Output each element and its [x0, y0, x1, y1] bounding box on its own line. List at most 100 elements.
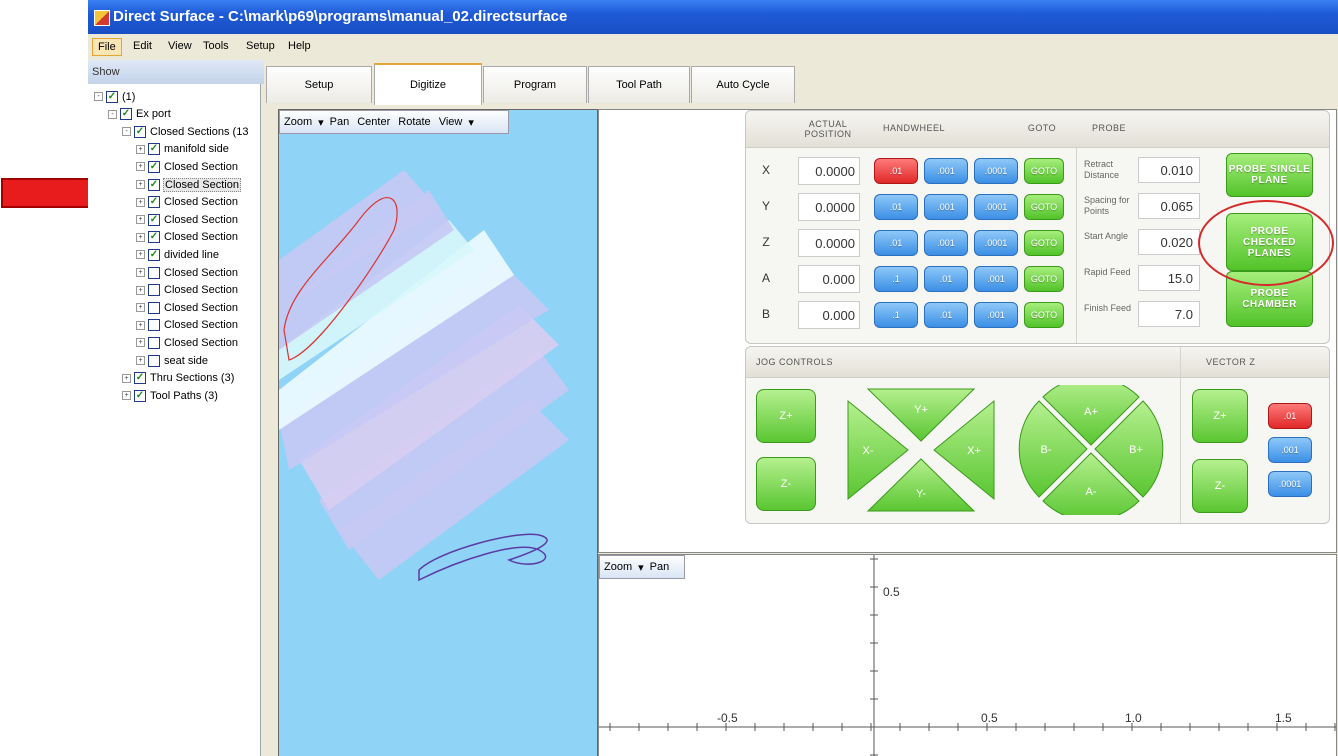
- jog-z-plus-button[interactable]: Z+: [756, 389, 816, 443]
- tree-item[interactable]: + Closed Section: [136, 334, 239, 351]
- checkbox-checked-icon[interactable]: ✓: [120, 108, 132, 121]
- checkbox-checked-icon[interactable]: ✓: [134, 372, 146, 385]
- handwheel-step-button[interactable]: .01: [874, 158, 918, 184]
- tab-digitize[interactable]: Digitize: [374, 63, 482, 105]
- checkbox-unchecked-icon[interactable]: [148, 284, 160, 297]
- probe-single-plane-button[interactable]: PROBE SINGLE PLANE: [1226, 153, 1313, 197]
- tree-item[interactable]: + ✓ Closed Section: [136, 194, 239, 211]
- checkbox-checked-icon[interactable]: ✓: [148, 143, 160, 156]
- menu-help[interactable]: Help: [288, 40, 311, 52]
- tree-item[interactable]: - ✓ Ex port: [108, 106, 172, 123]
- tree-item[interactable]: + Closed Section: [136, 282, 239, 299]
- tree-item[interactable]: + ✓ divided line: [136, 246, 220, 263]
- vector-step-001-button[interactable]: .001: [1268, 437, 1312, 463]
- 3d-view[interactable]: Zoom ▾ Pan Center Rotate View ▾: [278, 109, 598, 756]
- checkbox-checked-icon[interactable]: ✓: [148, 213, 160, 226]
- goto-button[interactable]: GOTO: [1024, 230, 1064, 256]
- expand-icon[interactable]: +: [136, 320, 145, 330]
- tree-item[interactable]: + Closed Section: [136, 299, 239, 316]
- tab-auto-cycle[interactable]: Auto Cycle: [691, 66, 795, 103]
- handwheel-step-button[interactable]: .01: [874, 230, 918, 256]
- tree-item[interactable]: + ✓ Closed Section: [136, 211, 239, 228]
- handwheel-step-button[interactable]: .01: [924, 302, 968, 328]
- tree-item[interactable]: + ✓ Closed Section: [136, 158, 239, 175]
- checkbox-checked-icon[interactable]: ✓: [134, 389, 146, 402]
- expand-icon[interactable]: +: [136, 197, 145, 207]
- handwheel-step-button[interactable]: .001: [974, 266, 1018, 292]
- expand-icon[interactable]: +: [136, 144, 145, 154]
- expand-icon[interactable]: +: [122, 373, 131, 383]
- menu-edit[interactable]: Edit: [133, 40, 152, 52]
- expand-icon[interactable]: +: [136, 162, 145, 172]
- goto-button[interactable]: GOTO: [1024, 194, 1064, 220]
- checkbox-unchecked-icon[interactable]: [148, 301, 160, 314]
- checkbox-checked-icon[interactable]: ✓: [148, 248, 160, 261]
- collapse-icon[interactable]: -: [94, 92, 103, 101]
- handwheel-step-button[interactable]: .0001: [974, 194, 1018, 220]
- checkbox-checked-icon[interactable]: ✓: [106, 90, 118, 103]
- checkbox-checked-icon[interactable]: ✓: [148, 196, 160, 209]
- collapse-icon[interactable]: -: [122, 127, 131, 137]
- vector-z-minus-button[interactable]: Z-: [1192, 459, 1248, 513]
- 2d-plot-view[interactable]: Zoom ▾ Pan 0.5 -0.5 0.5 1.0 1.5: [598, 554, 1337, 756]
- checkbox-unchecked-icon[interactable]: [148, 354, 160, 367]
- vector-step-0001-button[interactable]: .0001: [1268, 471, 1312, 497]
- expand-icon[interactable]: +: [136, 215, 145, 225]
- tree-item[interactable]: + ✓ Closed Section: [136, 176, 241, 193]
- expand-icon[interactable]: +: [136, 268, 145, 277]
- handwheel-step-button[interactable]: .0001: [974, 230, 1018, 256]
- expand-icon[interactable]: +: [136, 180, 145, 189]
- menu-setup[interactable]: Setup: [246, 40, 275, 52]
- tree-item[interactable]: - ✓ Closed Sections (13: [122, 123, 249, 140]
- checkbox-unchecked-icon[interactable]: [148, 319, 160, 332]
- goto-button[interactable]: GOTO: [1024, 302, 1064, 328]
- menu-file[interactable]: File: [92, 38, 122, 56]
- tree-item[interactable]: - ✓ (1): [94, 88, 136, 105]
- handwheel-step-button[interactable]: .1: [874, 302, 918, 328]
- checkbox-checked-icon[interactable]: ✓: [134, 125, 146, 138]
- collapse-icon[interactable]: -: [108, 109, 117, 119]
- expand-icon[interactable]: +: [136, 250, 145, 260]
- tab-setup[interactable]: Setup: [266, 66, 372, 103]
- handwheel-step-button[interactable]: .0001: [974, 158, 1018, 184]
- handwheel-step-button[interactable]: .001: [924, 158, 968, 184]
- probe-param-value[interactable]: 15.0: [1138, 265, 1200, 291]
- tree-item[interactable]: + seat side: [136, 352, 209, 369]
- handwheel-step-button[interactable]: .001: [924, 194, 968, 220]
- tree-item[interactable]: + Closed Section: [136, 264, 239, 281]
- handwheel-step-button[interactable]: .001: [974, 302, 1018, 328]
- probe-param-value[interactable]: 0.065: [1138, 193, 1200, 219]
- expand-icon[interactable]: +: [136, 338, 145, 348]
- handwheel-step-button[interactable]: .001: [924, 230, 968, 256]
- goto-button[interactable]: GOTO: [1024, 158, 1064, 184]
- checkbox-unchecked-icon[interactable]: [148, 266, 160, 279]
- tree-item[interactable]: + ✓ manifold side: [136, 141, 230, 158]
- menu-tools[interactable]: Tools: [203, 40, 229, 52]
- expand-icon[interactable]: +: [136, 285, 145, 295]
- tab-tool-path[interactable]: Tool Path: [588, 66, 690, 103]
- vector-z-plus-button[interactable]: Z+: [1192, 389, 1248, 443]
- checkbox-checked-icon[interactable]: ✓: [148, 160, 160, 173]
- expand-icon[interactable]: +: [122, 391, 131, 401]
- expand-icon[interactable]: +: [136, 232, 145, 242]
- handwheel-step-button[interactable]: .01: [874, 194, 918, 220]
- tree-item[interactable]: + ✓ Closed Section: [136, 229, 239, 246]
- probe-param-value[interactable]: 0.020: [1138, 229, 1200, 255]
- tree-item[interactable]: + ✓ Tool Paths (3): [122, 387, 219, 404]
- handwheel-step-button[interactable]: .1: [874, 266, 918, 292]
- probe-param-value[interactable]: 7.0: [1138, 301, 1200, 327]
- handwheel-step-button[interactable]: .01: [924, 266, 968, 292]
- checkbox-unchecked-icon[interactable]: [148, 336, 160, 349]
- expand-icon[interactable]: +: [136, 356, 145, 365]
- jog-z-minus-button[interactable]: Z-: [756, 457, 816, 511]
- tree-item[interactable]: + Closed Section: [136, 317, 239, 334]
- vector-step-01-button[interactable]: .01: [1268, 403, 1312, 429]
- tab-program[interactable]: Program: [483, 66, 587, 103]
- menu-view[interactable]: View: [168, 40, 192, 52]
- checkbox-checked-icon[interactable]: ✓: [148, 178, 160, 191]
- checkbox-checked-icon[interactable]: ✓: [148, 231, 160, 244]
- goto-button[interactable]: GOTO: [1024, 266, 1064, 292]
- tree-item[interactable]: + ✓ Thru Sections (3): [122, 370, 235, 387]
- expand-icon[interactable]: +: [136, 303, 145, 313]
- probe-param-value[interactable]: 0.010: [1138, 157, 1200, 183]
